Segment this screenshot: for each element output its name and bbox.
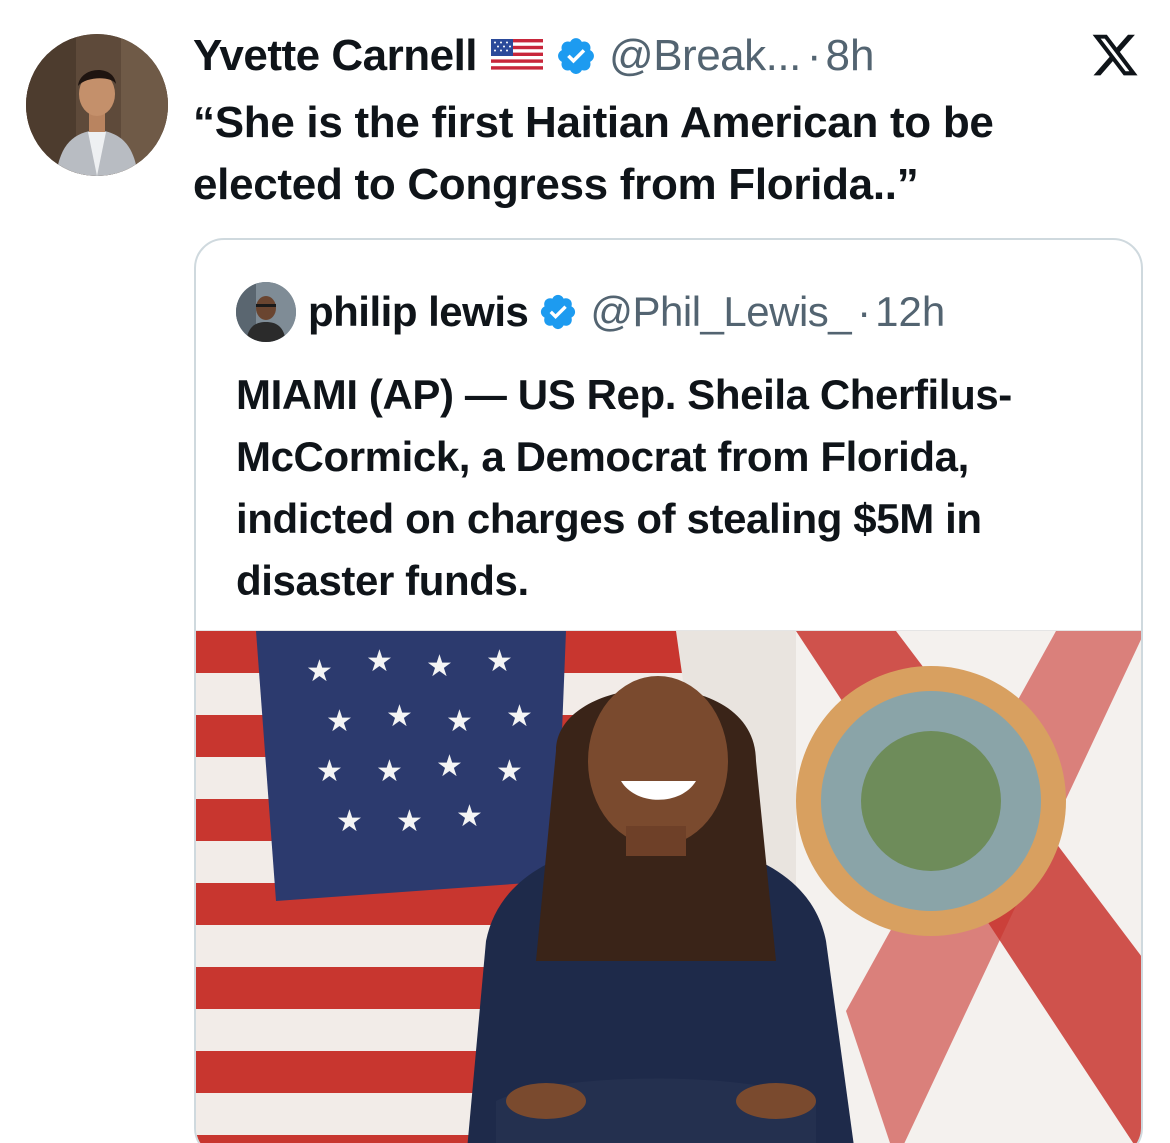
quoted-author-name[interactable]: philip lewis [308,288,529,336]
tweet-timestamp[interactable]: 8h [825,31,874,81]
svg-text:★: ★ [376,754,403,789]
svg-text:★: ★ [436,749,463,784]
verified-badge-icon [555,35,597,77]
svg-text:★: ★ [496,754,523,789]
separator-dot: · [857,288,872,335]
tweet-view: Yvette Carnell @Break... · 8h “She is th… [0,0,1170,1143]
quoted-tweet-header: philip lewis @Phil_Lewis_ · 12h [236,282,945,342]
us-flag-emoji-icon [491,39,544,73]
x-logo-icon [1090,30,1140,80]
quoted-author-handle[interactable]: @Phil_Lewis_ [590,288,851,336]
svg-text:★: ★ [486,644,513,679]
separator-dot: · [806,31,822,80]
tweet-header: Yvette Carnell @Break... · 8h [193,26,1146,86]
svg-text:★: ★ [366,644,393,679]
author-handle[interactable]: @Break... [609,31,801,81]
svg-text:★: ★ [396,804,423,839]
author-name[interactable]: Yvette Carnell [193,31,478,81]
quoted-tweet-text: MIAMI (AP) — US Rep. Sheila Cherfilus-Mc… [236,371,1012,604]
author-avatar[interactable] [26,34,168,176]
svg-text:★: ★ [426,649,453,684]
svg-text:★: ★ [506,699,533,734]
svg-text:★: ★ [326,704,353,739]
tweet-text: “She is the first Haitian American to be… [193,98,994,209]
quoted-author-avatar[interactable] [236,282,296,342]
svg-text:★: ★ [316,754,343,789]
quoted-tweet-photo[interactable]: ★ ★ ★ ★ ★ ★ ★ ★ ★ ★ ★ ★ ★ ★ ★ [196,630,1141,1143]
quoted-tweet-card[interactable]: philip lewis @Phil_Lewis_ · 12h MIAMI (A… [194,238,1143,1143]
svg-text:★: ★ [336,804,363,839]
verified-badge-icon [538,292,578,332]
svg-text:★: ★ [446,704,473,739]
svg-text:★: ★ [306,654,333,689]
svg-text:★: ★ [386,699,413,734]
svg-text:★: ★ [456,799,483,834]
quoted-tweet-timestamp[interactable]: 12h [875,288,945,336]
